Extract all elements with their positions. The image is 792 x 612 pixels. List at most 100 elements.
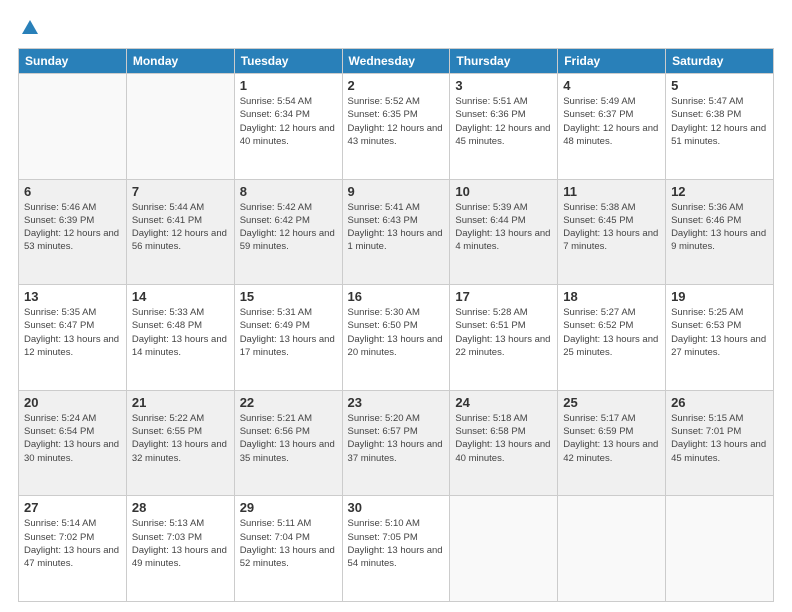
day-info: Sunrise: 5:10 AM Sunset: 7:05 PM Dayligh…	[348, 517, 445, 570]
day-info: Sunrise: 5:11 AM Sunset: 7:04 PM Dayligh…	[240, 517, 337, 570]
calendar-cell: 15 Sunrise: 5:31 AM Sunset: 6:49 PM Dayli…	[234, 285, 342, 391]
day-number: 4	[563, 78, 660, 93]
day-number: 23	[348, 395, 445, 410]
calendar-cell: 25Sunrise: 5:17 AM Sunset: 6:59 PM Dayli…	[558, 390, 666, 496]
calendar-week-row: 1Sunrise: 5:54 AM Sunset: 6:34 PM Daylig…	[19, 74, 774, 180]
calendar-cell: 23 Sunrise: 5:20 AM Sunset: 6:57 PM Dayli…	[342, 390, 450, 496]
day-number: 30	[348, 500, 445, 515]
day-info: Sunrise: 5:20 AM Sunset: 6:57 PM Dayligh…	[348, 412, 445, 465]
day-number: 21	[132, 395, 229, 410]
calendar-cell	[19, 74, 127, 180]
day-number: 7	[132, 184, 229, 199]
logo	[18, 18, 40, 38]
day-number: 1	[240, 78, 337, 93]
day-number: 15	[240, 289, 337, 304]
header-day-wednesday: Wednesday	[342, 49, 450, 74]
day-info: Sunrise: 5:21 AM Sunset: 6:56 PM Dayligh…	[240, 412, 337, 465]
calendar-cell: 1Sunrise: 5:54 AM Sunset: 6:34 PM Daylig…	[234, 74, 342, 180]
day-number: 27	[24, 500, 121, 515]
day-number: 8	[240, 184, 337, 199]
day-info: Sunrise: 5:31 AM Sunset: 6:49 PM Dayligh…	[240, 306, 337, 359]
calendar-cell: 26 Sunrise: 5:15 AM Sunset: 7:01 PM Dayli…	[666, 390, 774, 496]
day-info: Sunrise: 5:27 AM Sunset: 6:52 PM Dayligh…	[563, 306, 660, 359]
day-info: Sunrise: 5:51 AM Sunset: 6:36 PM Dayligh…	[455, 95, 552, 148]
day-info: Sunrise: 5:18 AM Sunset: 6:58 PM Dayligh…	[455, 412, 552, 465]
calendar-cell: 20 Sunrise: 5:24 AM Sunset: 6:54 PM Dayli…	[19, 390, 127, 496]
day-number: 14	[132, 289, 229, 304]
day-info: Sunrise: 5:14 AM Sunset: 7:02 PM Dayligh…	[24, 517, 121, 570]
calendar-cell: 4Sunrise: 5:49 AM Sunset: 6:37 PM Daylig…	[558, 74, 666, 180]
day-info: Sunrise: 5:35 AM Sunset: 6:47 PM Dayligh…	[24, 306, 121, 359]
day-info: Sunrise: 5:17 AM Sunset: 6:59 PM Dayligh…	[563, 412, 660, 465]
calendar-cell: 30 Sunrise: 5:10 AM Sunset: 7:05 PM Dayli…	[342, 496, 450, 602]
calendar-cell	[450, 496, 558, 602]
header-day-friday: Friday	[558, 49, 666, 74]
calendar-cell: 21 Sunrise: 5:22 AM Sunset: 6:55 PM Dayli…	[126, 390, 234, 496]
header-day-saturday: Saturday	[666, 49, 774, 74]
day-info: Sunrise: 5:41 AM Sunset: 6:43 PM Dayligh…	[348, 201, 445, 254]
calendar-cell: 28 Sunrise: 5:13 AM Sunset: 7:03 PM Dayli…	[126, 496, 234, 602]
day-number: 26	[671, 395, 768, 410]
day-info: Sunrise: 5:28 AM Sunset: 6:51 PM Dayligh…	[455, 306, 552, 359]
calendar-cell: 29 Sunrise: 5:11 AM Sunset: 7:04 PM Dayli…	[234, 496, 342, 602]
calendar-cell: 13 Sunrise: 5:35 AM Sunset: 6:47 PM Dayli…	[19, 285, 127, 391]
calendar-cell: 19Sunrise: 5:25 AM Sunset: 6:53 PM Dayli…	[666, 285, 774, 391]
day-number: 9	[348, 184, 445, 199]
day-number: 18	[563, 289, 660, 304]
day-info: Sunrise: 5:52 AM Sunset: 6:35 PM Dayligh…	[348, 95, 445, 148]
calendar-cell: 27 Sunrise: 5:14 AM Sunset: 7:02 PM Dayli…	[19, 496, 127, 602]
calendar-cell: 5 Sunrise: 5:47 AM Sunset: 6:38 PM Daylig…	[666, 74, 774, 180]
day-number: 5	[671, 78, 768, 93]
calendar-cell: 22 Sunrise: 5:21 AM Sunset: 6:56 PM Dayli…	[234, 390, 342, 496]
day-number: 11	[563, 184, 660, 199]
day-number: 10	[455, 184, 552, 199]
day-info: Sunrise: 5:33 AM Sunset: 6:48 PM Dayligh…	[132, 306, 229, 359]
calendar-cell	[558, 496, 666, 602]
page: SundayMondayTuesdayWednesdayThursdayFrid…	[0, 0, 792, 612]
header-day-thursday: Thursday	[450, 49, 558, 74]
calendar-body: 1Sunrise: 5:54 AM Sunset: 6:34 PM Daylig…	[19, 74, 774, 602]
day-number: 2	[348, 78, 445, 93]
day-info: Sunrise: 5:15 AM Sunset: 7:01 PM Dayligh…	[671, 412, 768, 465]
day-number: 19	[671, 289, 768, 304]
header-day-sunday: Sunday	[19, 49, 127, 74]
calendar-week-row: 27 Sunrise: 5:14 AM Sunset: 7:02 PM Dayli…	[19, 496, 774, 602]
calendar-header-row: SundayMondayTuesdayWednesdayThursdayFrid…	[19, 49, 774, 74]
day-info: Sunrise: 5:13 AM Sunset: 7:03 PM Dayligh…	[132, 517, 229, 570]
calendar-cell: 14 Sunrise: 5:33 AM Sunset: 6:48 PM Dayli…	[126, 285, 234, 391]
day-info: Sunrise: 5:44 AM Sunset: 6:41 PM Dayligh…	[132, 201, 229, 254]
header-day-monday: Monday	[126, 49, 234, 74]
calendar-cell: 12 Sunrise: 5:36 AM Sunset: 6:46 PM Dayli…	[666, 179, 774, 285]
day-number: 29	[240, 500, 337, 515]
day-info: Sunrise: 5:42 AM Sunset: 6:42 PM Dayligh…	[240, 201, 337, 254]
day-info: Sunrise: 5:22 AM Sunset: 6:55 PM Dayligh…	[132, 412, 229, 465]
calendar-week-row: 20 Sunrise: 5:24 AM Sunset: 6:54 PM Dayli…	[19, 390, 774, 496]
calendar-cell: 9 Sunrise: 5:41 AM Sunset: 6:43 PM Daylig…	[342, 179, 450, 285]
day-number: 13	[24, 289, 121, 304]
calendar-cell: 24 Sunrise: 5:18 AM Sunset: 6:58 PM Dayli…	[450, 390, 558, 496]
calendar-table: SundayMondayTuesdayWednesdayThursdayFrid…	[18, 48, 774, 602]
day-number: 3	[455, 78, 552, 93]
day-info: Sunrise: 5:38 AM Sunset: 6:45 PM Dayligh…	[563, 201, 660, 254]
day-info: Sunrise: 5:47 AM Sunset: 6:38 PM Dayligh…	[671, 95, 768, 148]
calendar-cell	[126, 74, 234, 180]
calendar-cell	[666, 496, 774, 602]
day-number: 17	[455, 289, 552, 304]
day-number: 20	[24, 395, 121, 410]
calendar-cell: 2 Sunrise: 5:52 AM Sunset: 6:35 PM Daylig…	[342, 74, 450, 180]
day-number: 22	[240, 395, 337, 410]
day-number: 16	[348, 289, 445, 304]
calendar-week-row: 13 Sunrise: 5:35 AM Sunset: 6:47 PM Dayli…	[19, 285, 774, 391]
day-number: 24	[455, 395, 552, 410]
header	[18, 18, 774, 38]
calendar-cell: 7 Sunrise: 5:44 AM Sunset: 6:41 PM Daylig…	[126, 179, 234, 285]
calendar-cell: 17 Sunrise: 5:28 AM Sunset: 6:51 PM Dayli…	[450, 285, 558, 391]
day-info: Sunrise: 5:36 AM Sunset: 6:46 PM Dayligh…	[671, 201, 768, 254]
day-number: 6	[24, 184, 121, 199]
day-number: 12	[671, 184, 768, 199]
calendar-cell: 16Sunrise: 5:30 AM Sunset: 6:50 PM Dayli…	[342, 285, 450, 391]
calendar-cell: 10 Sunrise: 5:39 AM Sunset: 6:44 PM Dayli…	[450, 179, 558, 285]
day-info: Sunrise: 5:24 AM Sunset: 6:54 PM Dayligh…	[24, 412, 121, 465]
day-info: Sunrise: 5:39 AM Sunset: 6:44 PM Dayligh…	[455, 201, 552, 254]
day-number: 28	[132, 500, 229, 515]
